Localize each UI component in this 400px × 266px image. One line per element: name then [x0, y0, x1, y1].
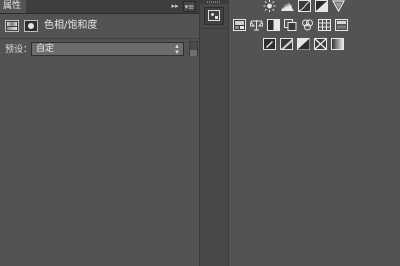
tab-properties[interactable]: 属性 — [0, 0, 26, 13]
vibrance-icon[interactable] — [233, 19, 246, 31]
selective-color-icon[interactable] — [314, 38, 327, 50]
adjustments-panel — [229, 0, 400, 266]
panel-menu-button[interactable]: ▾≡ — [183, 1, 196, 12]
channel-mixer-icon[interactable] — [301, 19, 314, 31]
dock-grip-handle[interactable] — [207, 1, 221, 3]
color-lookup-icon[interactable] — [318, 19, 331, 31]
curves-icon[interactable] — [298, 0, 311, 12]
hue-saturation-adjustment-icon[interactable] — [5, 20, 19, 32]
levels-icon[interactable] — [281, 0, 294, 12]
adjustment-title: 色相/饱和度 — [44, 20, 98, 31]
dock-divider — [200, 28, 228, 29]
properties-panel — [0, 0, 199, 266]
scrollbar-thumb[interactable] — [190, 50, 197, 56]
preset-label: 预设： — [5, 45, 33, 55]
adjustment-header-row: 色相/饱和度 — [0, 14, 199, 38]
panel-dock-strip — [199, 0, 229, 266]
threshold-icon[interactable] — [297, 38, 310, 50]
exposure-icon[interactable] — [315, 0, 328, 12]
gradient-map-icon[interactable] — [331, 38, 344, 50]
photo-filter-icon[interactable] — [284, 19, 297, 31]
preset-value: 自定 — [36, 44, 55, 54]
black-white-icon[interactable] — [267, 19, 280, 31]
hue-saturation-icon[interactable] — [335, 19, 348, 31]
gradient-triangle-icon[interactable] — [332, 0, 345, 12]
dropdown-arrows-icon: ▴ ▾ — [175, 42, 179, 56]
invert-icon[interactable] — [263, 38, 276, 50]
brightness-contrast-icon[interactable] — [263, 0, 276, 12]
color-balance-icon[interactable] — [250, 19, 263, 31]
posterize-icon[interactable] — [280, 38, 293, 50]
section-divider — [0, 38, 199, 39]
layer-mask-icon[interactable] — [24, 20, 38, 32]
preset-dropdown[interactable]: 自定 ▴ ▾ — [31, 42, 184, 56]
collapse-panel-button[interactable]: ▸▸ — [170, 1, 180, 12]
adjustments-panel-icon — [208, 10, 220, 21]
